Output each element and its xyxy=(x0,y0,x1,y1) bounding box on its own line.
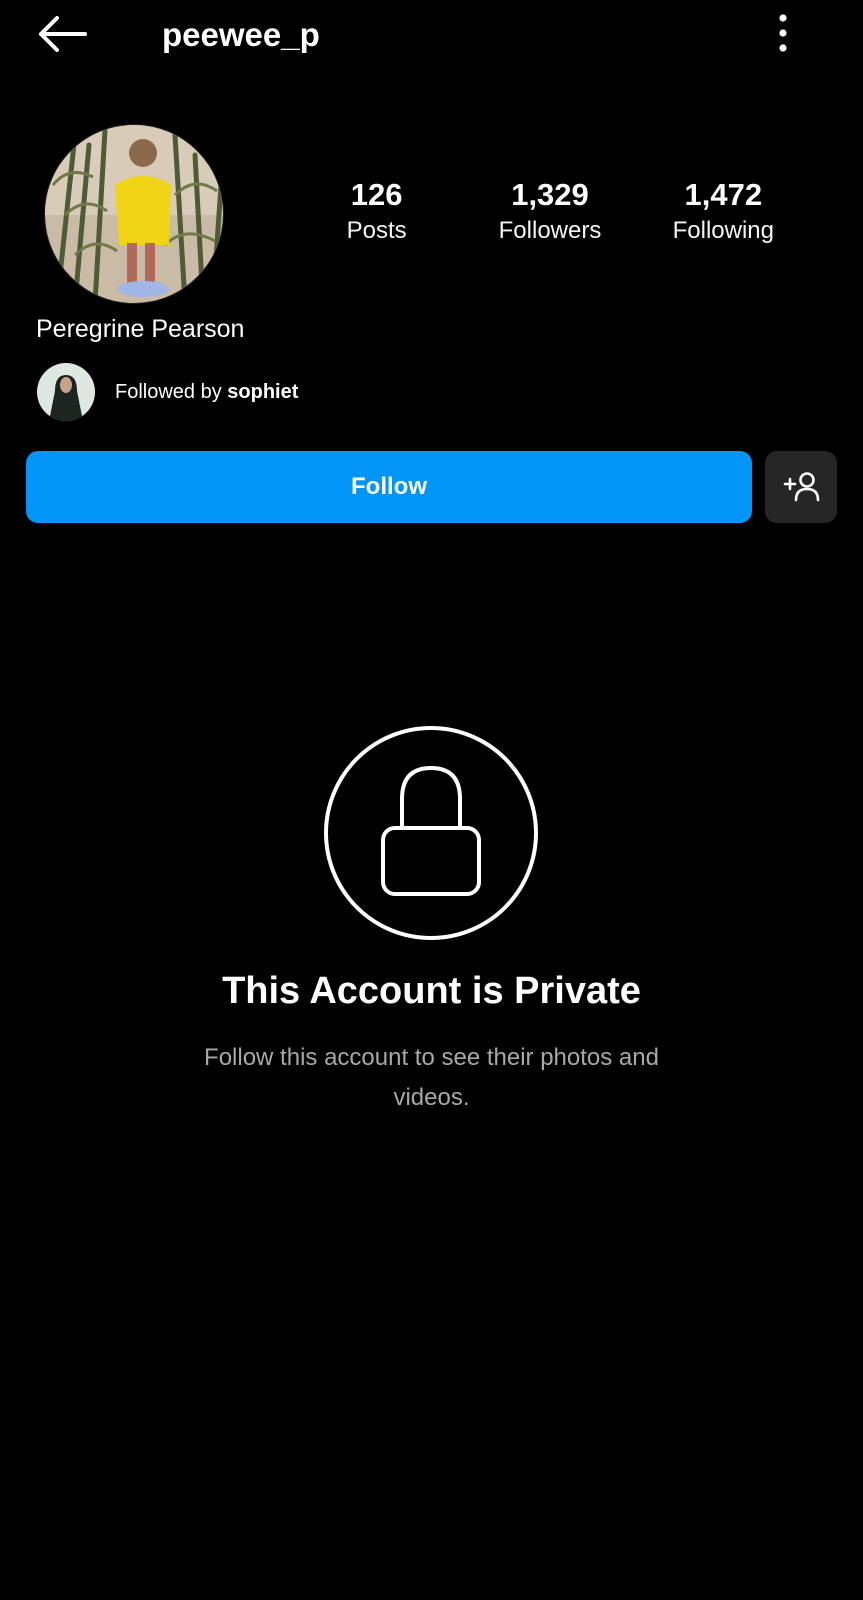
more-vertical-icon xyxy=(777,13,789,58)
header-username: peewee_p xyxy=(162,16,320,53)
mutual-follower-avatar xyxy=(37,363,95,421)
profile-full-name: Peregrine Pearson xyxy=(36,315,245,343)
back-button[interactable] xyxy=(30,12,94,60)
stat-posts[interactable]: 126 Posts xyxy=(290,176,463,248)
profile-stats: 126 Posts 1,329 Followers 1,472 Followin… xyxy=(290,176,810,248)
followed-by-username: sophiet xyxy=(227,381,299,403)
suggested-accounts-button[interactable] xyxy=(765,451,837,523)
following-label: Following xyxy=(672,217,775,244)
posts-count: 126 xyxy=(350,177,403,212)
stat-followers[interactable]: 1,329 Followers xyxy=(463,176,636,248)
private-account-title: This Account is Private xyxy=(222,970,641,1012)
follow-button[interactable]: Follow xyxy=(26,451,752,523)
private-account-description: Follow this account to see their photos … xyxy=(204,1044,659,1111)
profile-avatar[interactable] xyxy=(45,125,223,303)
add-person-icon xyxy=(781,469,821,506)
followers-count: 1,329 xyxy=(511,177,589,212)
followed-by-row[interactable]: Followed by sophiet xyxy=(37,363,298,421)
posts-label: Posts xyxy=(346,217,407,244)
followers-label: Followers xyxy=(498,217,602,244)
following-count: 1,472 xyxy=(684,177,763,212)
followed-by-prefix: Followed by xyxy=(115,381,228,403)
more-options-button[interactable] xyxy=(763,10,803,60)
stat-following[interactable]: 1,472 Following xyxy=(637,176,810,248)
arrow-left-icon xyxy=(35,14,89,59)
followed-by-text: Followed by sophiet xyxy=(115,378,298,406)
lock-icon xyxy=(323,725,539,941)
